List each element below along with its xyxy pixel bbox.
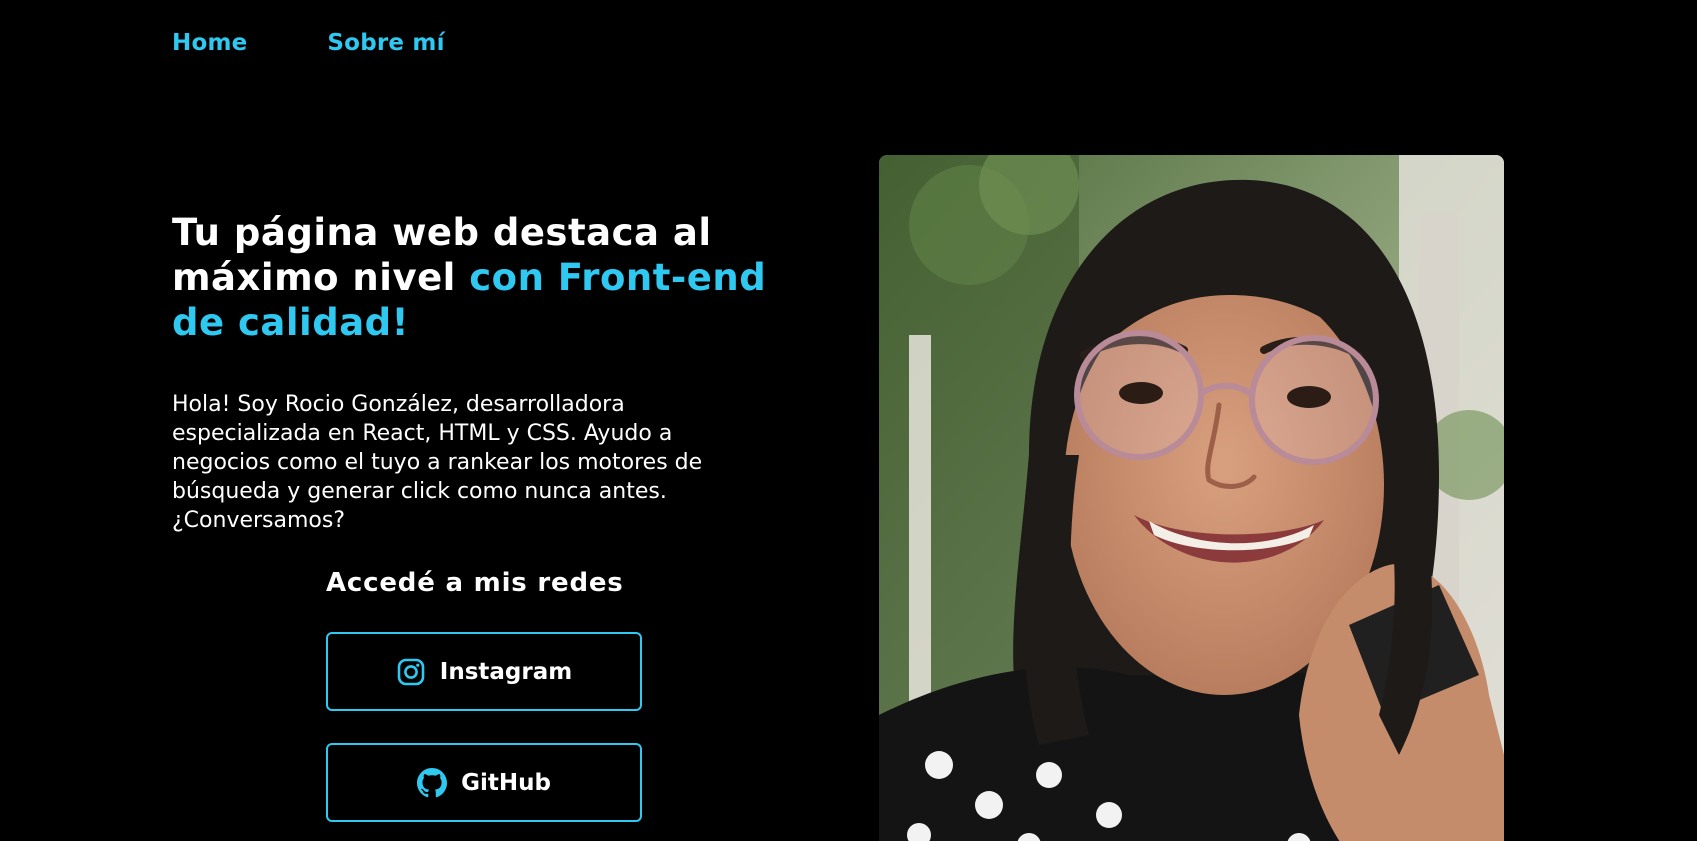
instagram-button[interactable]: Instagram	[326, 632, 642, 711]
hero-intro: Tu página web destaca al máximo nivel co…	[172, 210, 792, 535]
nav-about-link[interactable]: Sobre mí	[327, 30, 444, 56]
top-nav: Home Sobre mí	[172, 30, 445, 56]
hero-headline: Tu página web destaca al máximo nivel co…	[172, 210, 792, 345]
nav-home-link[interactable]: Home	[172, 30, 247, 56]
github-label: GitHub	[461, 769, 551, 796]
instagram-label: Instagram	[439, 658, 573, 685]
page: Home Sobre mí Tu página web destaca al m…	[0, 0, 1697, 841]
hero-intro-text: Hola! Soy Rocio González, desarrolladora…	[172, 392, 703, 533]
github-button[interactable]: GitHub	[326, 743, 642, 822]
instagram-icon	[396, 657, 426, 687]
socials-title: Accedé a mis redes	[326, 568, 624, 598]
github-icon	[417, 767, 448, 798]
profile-photo	[879, 155, 1504, 841]
